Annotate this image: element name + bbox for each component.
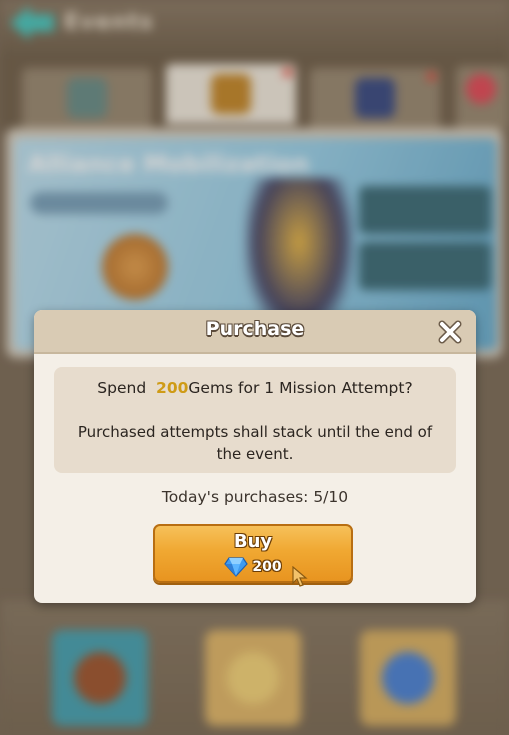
spend-suffix: Gems for 1 Mission Attempt? bbox=[188, 379, 413, 397]
buy-cost: 200 bbox=[155, 556, 351, 578]
mouse-pointer-icon bbox=[292, 566, 308, 587]
stack-note: Purchased attempts shall stack until the… bbox=[77, 423, 433, 463]
purchase-info-box: Spend 200Gems for 1 Mission Attempt? Pur… bbox=[54, 367, 456, 473]
todays-purchases: Today's purchases: 5/10 bbox=[161, 488, 349, 506]
spend-prompt: Spend 200Gems for 1 Mission Attempt? bbox=[54, 379, 456, 397]
gem-amount: 200 bbox=[156, 379, 189, 397]
close-icon bbox=[438, 320, 462, 344]
close-button[interactable] bbox=[436, 318, 464, 346]
buy-label: Buy bbox=[233, 531, 273, 552]
spend-prefix: Spend bbox=[97, 379, 147, 397]
diamond-icon bbox=[224, 557, 249, 577]
dialog-header: Purchase bbox=[34, 310, 476, 354]
purchase-dialog: Purchase Spend 200Gems for 1 Mission Att… bbox=[34, 310, 476, 603]
dialog-title: Purchase bbox=[205, 318, 305, 340]
buy-cost-value: 200 bbox=[252, 559, 282, 575]
buy-button[interactable]: Buy 200 bbox=[153, 524, 353, 583]
